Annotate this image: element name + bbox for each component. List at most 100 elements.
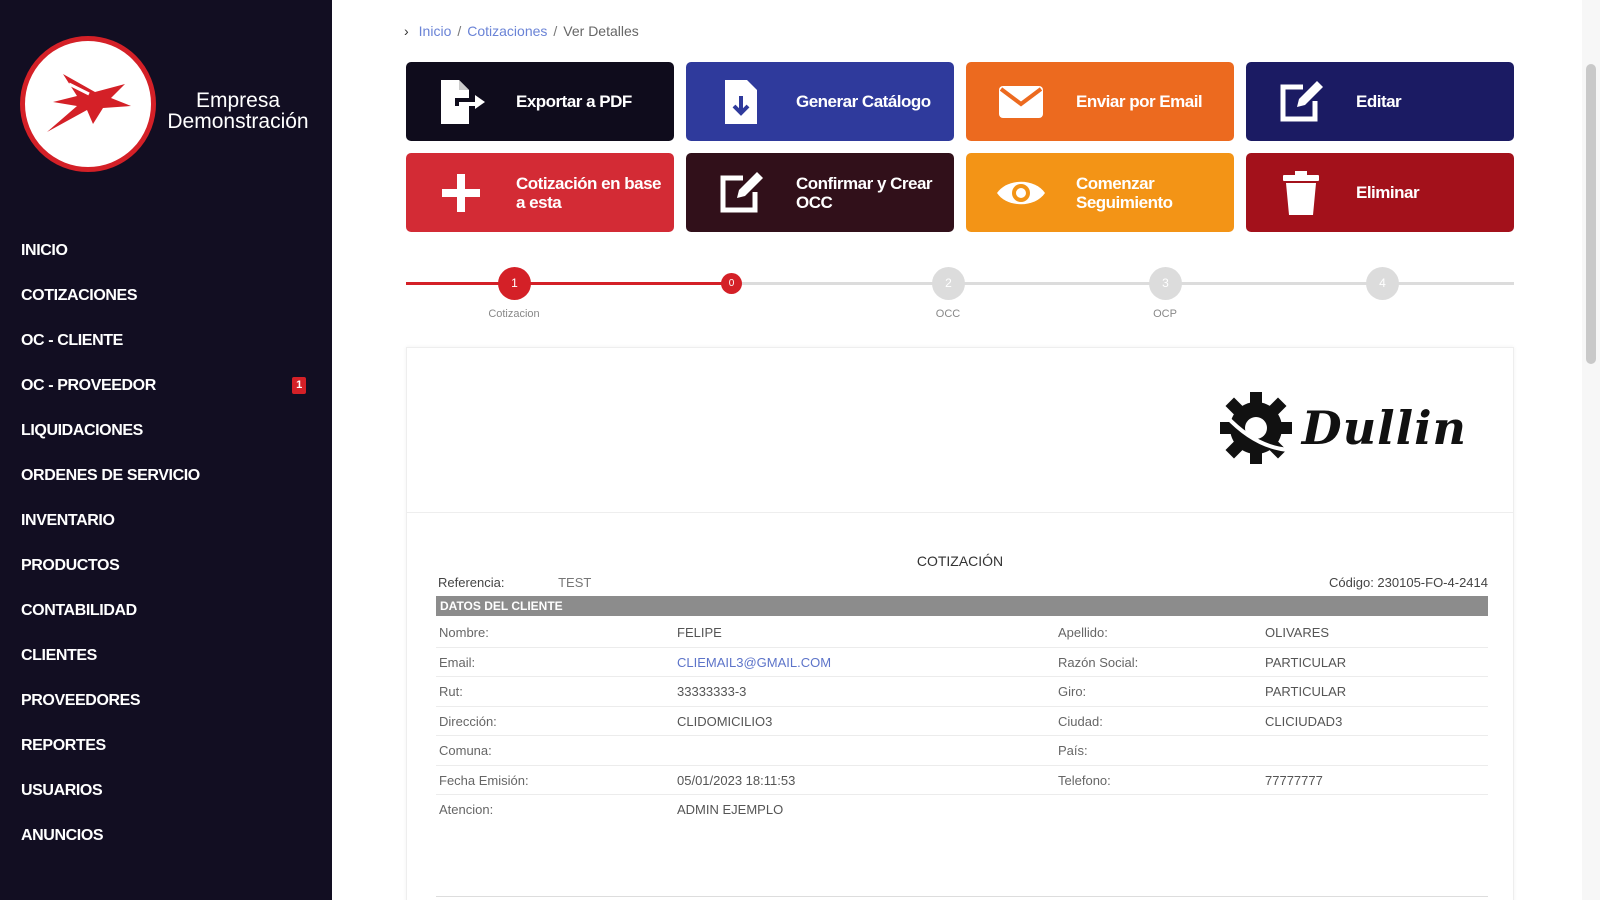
stepper-step-label: OCC	[935, 308, 961, 320]
sidebar-item-proveedores[interactable]: PROVEEDORES	[0, 678, 332, 723]
document-header: Dullin	[407, 348, 1513, 513]
reference-row: Referencia: TEST Código: 230105-FO-4-241…	[438, 575, 1488, 590]
eye-icon	[966, 176, 1076, 210]
sidebar-item-productos[interactable]: PRODUCTOS	[0, 543, 332, 588]
company-name-line1: Empresa	[195, 89, 281, 112]
edit-button[interactable]: Editar	[1246, 62, 1514, 141]
stepper-line	[948, 282, 1165, 285]
export-pdf-label: Exportar a PDF	[516, 92, 632, 111]
sidebar-item-clientes[interactable]: CLIENTES	[0, 633, 332, 678]
sidebar-item-usuarios[interactable]: USUARIOS	[0, 768, 332, 813]
company-logo	[20, 36, 156, 172]
sidebar-item-label: OC - PROVEEDOR	[21, 376, 156, 394]
sidebar-item-anuncios[interactable]: ANUNCIOS	[0, 813, 332, 858]
gear-icon	[1219, 392, 1292, 464]
table-row: Fecha Emisión: 05/01/2023 18:11:53 Telefon…	[436, 766, 1488, 795]
sidebar-item-cotizaciones[interactable]: COTIZACIONES	[0, 273, 332, 318]
main-content: › Inicio / Cotizaciones / Ver Detalles E…	[332, 0, 1582, 900]
export-pdf-button[interactable]: Exportar a PDF	[406, 62, 674, 141]
start-tracking-button[interactable]: Comenzar Seguimiento	[966, 153, 1234, 232]
breadcrumb-cotizaciones-link[interactable]: Cotizaciones	[467, 23, 547, 39]
new-quote-label: Cotización en base a esta	[516, 173, 661, 212]
generate-catalog-button[interactable]: Generar Catálogo	[686, 62, 954, 141]
notification-badge: 1	[292, 377, 306, 394]
stepper-step-4: 3	[1149, 267, 1182, 300]
sidebar-item-inicio[interactable]: INICIO	[0, 228, 332, 273]
stepper-line	[1165, 282, 1382, 285]
brand[interactable]: Empresa Demonstración	[20, 36, 320, 176]
sidebar-item-label: USUARIOS	[21, 781, 103, 799]
envelope-icon	[966, 84, 1076, 120]
sidebar-item-reportes[interactable]: REPORTES	[0, 723, 332, 768]
email-link[interactable]: CLIEMAIL3@GMAIL.COM	[677, 655, 831, 670]
page-scrollbar[interactable]	[1582, 0, 1600, 900]
table-row: Atencion: ADMIN EJEMPLO	[436, 795, 1488, 825]
field-value: 77777777	[1265, 772, 1323, 788]
company-name-line2: Demonstración	[167, 110, 309, 133]
field-label: Comuna:	[439, 743, 492, 758]
sidebar-item-label: REPORTES	[21, 736, 106, 754]
company-name: Empresa Demonstración	[156, 90, 320, 132]
field-value: FELIPE	[677, 625, 722, 640]
progress-stepper: 1 Cotizacion 0 2 OCC 3 OCP 4	[406, 264, 1514, 324]
field-label: País:	[1058, 743, 1088, 758]
breadcrumb-home-link[interactable]: Inicio	[419, 23, 452, 39]
sidebar-item-inventario[interactable]: INVENTARIO	[0, 498, 332, 543]
field-label: Razón Social:	[1058, 654, 1139, 670]
sidebar-nav: INICIO COTIZACIONES OC - CLIENTE OC - PR…	[0, 228, 332, 858]
breadcrumb: › Inicio / Cotizaciones / Ver Detalles	[404, 23, 639, 39]
send-email-button[interactable]: Enviar por Email	[966, 62, 1234, 141]
field-label: Nombre:	[439, 625, 489, 640]
sidebar: Empresa Demonstración INICIO COTIZACIONE…	[0, 0, 332, 900]
table-row: Nombre: FELIPE Apellido: OLIVARES	[436, 618, 1488, 648]
sidebar-item-label: LIQUIDACIONES	[21, 421, 143, 439]
sidebar-item-ordenes-de-servicio[interactable]: ORDENES DE SERVICIO	[0, 453, 332, 498]
dullin-logo-text: Dullin	[1301, 401, 1467, 455]
delete-button[interactable]: Eliminar	[1246, 153, 1514, 232]
quote-code: Código: 230105-FO-4-2414	[1329, 575, 1488, 590]
field-value: CLIDOMICILIO3	[677, 713, 773, 729]
sidebar-item-contabilidad[interactable]: CONTABILIDAD	[0, 588, 332, 633]
sidebar-item-label: ANUNCIOS	[21, 826, 104, 844]
sidebar-item-liquidaciones[interactable]: LIQUIDACIONES	[0, 408, 332, 453]
chevron-right-icon: ›	[404, 23, 409, 39]
sidebar-item-label: OC - CLIENTE	[21, 331, 123, 349]
stepper-step-label: OCP	[1153, 308, 1177, 320]
field-label: Apellido:	[1058, 625, 1108, 640]
sidebar-item-label: COTIZACIONES	[21, 286, 138, 304]
file-export-icon	[406, 78, 516, 126]
field-value: CLICIUDAD3	[1265, 713, 1343, 729]
confirm-create-occ-label: Confirmar y Crear OCC	[796, 173, 933, 212]
field-label: Giro:	[1058, 684, 1087, 699]
field-value: PARTICULAR	[1265, 654, 1347, 670]
sidebar-item-oc-proveedor[interactable]: OC - PROVEEDOR 1	[0, 363, 332, 408]
client-data-table: Nombre: FELIPE Apellido: OLIVARES Email: CLI…	[436, 618, 1488, 825]
sidebar-item-label: ORDENES DE SERVICIO	[21, 466, 200, 484]
send-email-label: Enviar por Email	[1076, 92, 1203, 111]
edit-icon	[686, 170, 796, 216]
stepper-line	[731, 282, 948, 285]
reference-value: TEST	[558, 575, 592, 590]
field-label: Fecha Emisión:	[439, 772, 529, 788]
table-row: Rut: 33333333-3 Giro: PARTICULAR	[436, 677, 1488, 707]
field-value: 33333333-3	[677, 684, 747, 699]
sidebar-item-label: CONTABILIDAD	[21, 601, 137, 619]
plus-icon	[406, 172, 516, 214]
new-quote-from-this-button[interactable]: Cotización en base a esta	[406, 153, 674, 232]
client-data-section-title: DATOS DEL CLIENTE	[436, 596, 1488, 616]
field-label: Telefono:	[1058, 772, 1111, 788]
sidebar-item-oc-cliente[interactable]: OC - CLIENTE	[0, 318, 332, 363]
scrollbar-thumb[interactable]	[1586, 64, 1596, 364]
stepper-step-label: Cotizacion	[488, 308, 540, 320]
sidebar-item-label: CLIENTES	[21, 646, 97, 664]
items-table-top	[436, 896, 1488, 900]
stepper-line	[1382, 282, 1514, 285]
field-label: Atencion:	[439, 802, 494, 817]
trash-icon	[1246, 170, 1356, 216]
confirm-create-occ-button[interactable]: Confirmar y Crear OCC	[686, 153, 954, 232]
action-buttons: Exportar a PDF Generar Catálogo Enviar p…	[406, 62, 1514, 232]
breadcrumb-current: Ver Detalles	[563, 23, 639, 39]
breadcrumb-separator: /	[457, 23, 462, 39]
generate-catalog-label: Generar Catálogo	[796, 92, 931, 111]
dullin-logo: Dullin	[1216, 388, 1467, 468]
